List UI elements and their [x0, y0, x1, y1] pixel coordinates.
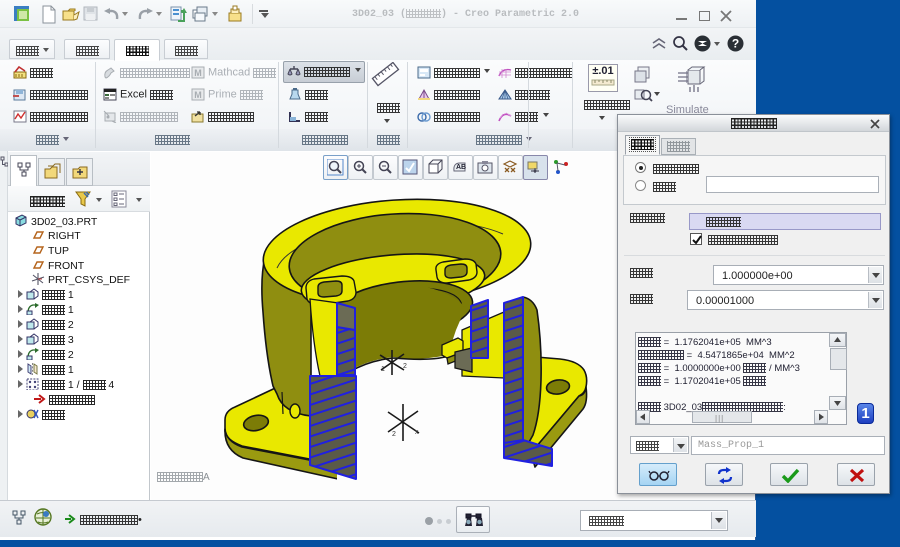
svg-text:M: M — [194, 90, 202, 100]
svg-text:?: ? — [732, 37, 739, 51]
svg-text:1: 1 — [381, 366, 385, 373]
svg-text:M: M — [194, 68, 202, 78]
svg-text:2: 2 — [403, 363, 407, 370]
svg-text:2: 2 — [392, 431, 396, 438]
svg-text:x: x — [415, 429, 419, 436]
